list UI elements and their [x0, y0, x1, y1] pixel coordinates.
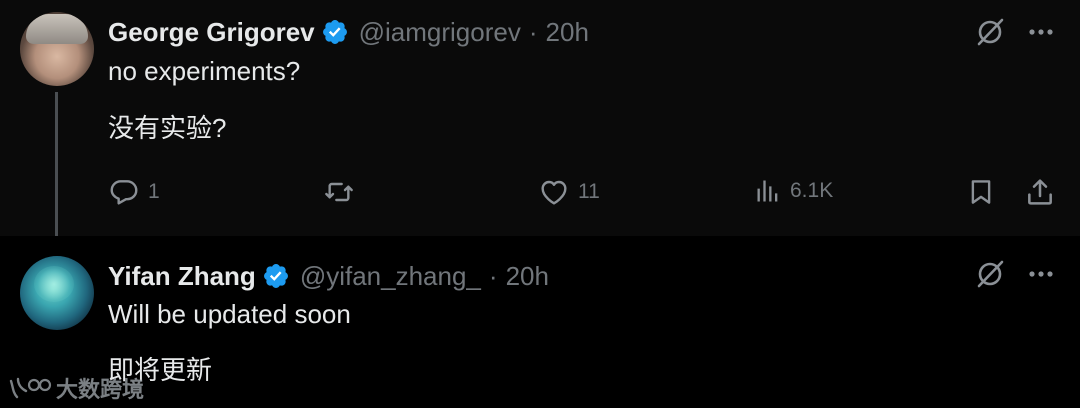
- author-name[interactable]: George Grigorev: [108, 17, 315, 48]
- like-count: 11: [578, 180, 600, 203]
- timestamp[interactable]: 20h: [546, 17, 589, 48]
- bookmark-icon: [971, 180, 991, 204]
- avatar-hair: [26, 14, 88, 44]
- tweet-yifan[interactable]: Yifan Zhang @yifan_zhang_ · 20h Will be …: [0, 236, 1080, 408]
- author-handle[interactable]: @yifan_zhang_: [300, 261, 481, 292]
- share-icon: [1028, 179, 1052, 205]
- avatar[interactable]: [20, 256, 94, 330]
- reply-count: 1: [148, 180, 160, 203]
- retweet-icon: [325, 182, 353, 202]
- tweet-george[interactable]: George Grigorev @iamgrigorev · 20h no ex…: [0, 0, 1080, 236]
- grok-icon[interactable]: [974, 16, 1006, 48]
- verified-badge-icon: [322, 20, 347, 44]
- more-icon[interactable]: [1028, 28, 1054, 36]
- thread-connector-line: [55, 92, 58, 248]
- separator-dot: ·: [528, 16, 538, 47]
- views-button[interactable]: 6.1K: [754, 176, 833, 206]
- tweet-text-line: Will be updated soon: [108, 299, 351, 329]
- tweet-top-icons: [974, 16, 1054, 48]
- share-button[interactable]: [1024, 176, 1056, 208]
- reply-button[interactable]: 1: [108, 176, 160, 208]
- timestamp[interactable]: 20h: [506, 261, 549, 292]
- like-button[interactable]: 11: [538, 176, 600, 208]
- bookmark-button[interactable]: [966, 176, 996, 208]
- tweet-actions-bar: 1 11 6.1K: [108, 176, 1058, 216]
- reply-icon: [110, 180, 138, 205]
- tweet-text-line: no experiments?: [108, 56, 301, 86]
- retweet-button[interactable]: [322, 176, 364, 208]
- watermark: 大数跨境: [8, 372, 144, 404]
- avatar[interactable]: [20, 12, 94, 86]
- author-name[interactable]: Yifan Zhang: [108, 261, 256, 292]
- views-icon: [757, 180, 778, 202]
- separator-dot: ·: [488, 260, 498, 291]
- tweet-header: Yifan Zhang @yifan_zhang_ · 20h: [108, 258, 549, 294]
- more-icon[interactable]: [1028, 270, 1054, 278]
- views-count: 6.1K: [790, 179, 834, 202]
- like-icon: [541, 180, 567, 205]
- grok-icon[interactable]: [974, 258, 1006, 290]
- verified-badge-icon: [263, 264, 288, 288]
- tweet-text-line: 没有实验?: [108, 113, 227, 143]
- author-handle[interactable]: @iamgrigorev: [359, 17, 521, 48]
- watermark-text: 大数跨境: [56, 377, 145, 402]
- tweet-top-icons: [974, 258, 1054, 290]
- watermark-logo-icon: [9, 377, 52, 399]
- tweet-header: George Grigorev @iamgrigorev · 20h: [108, 14, 589, 50]
- avatar-glow: [34, 266, 74, 302]
